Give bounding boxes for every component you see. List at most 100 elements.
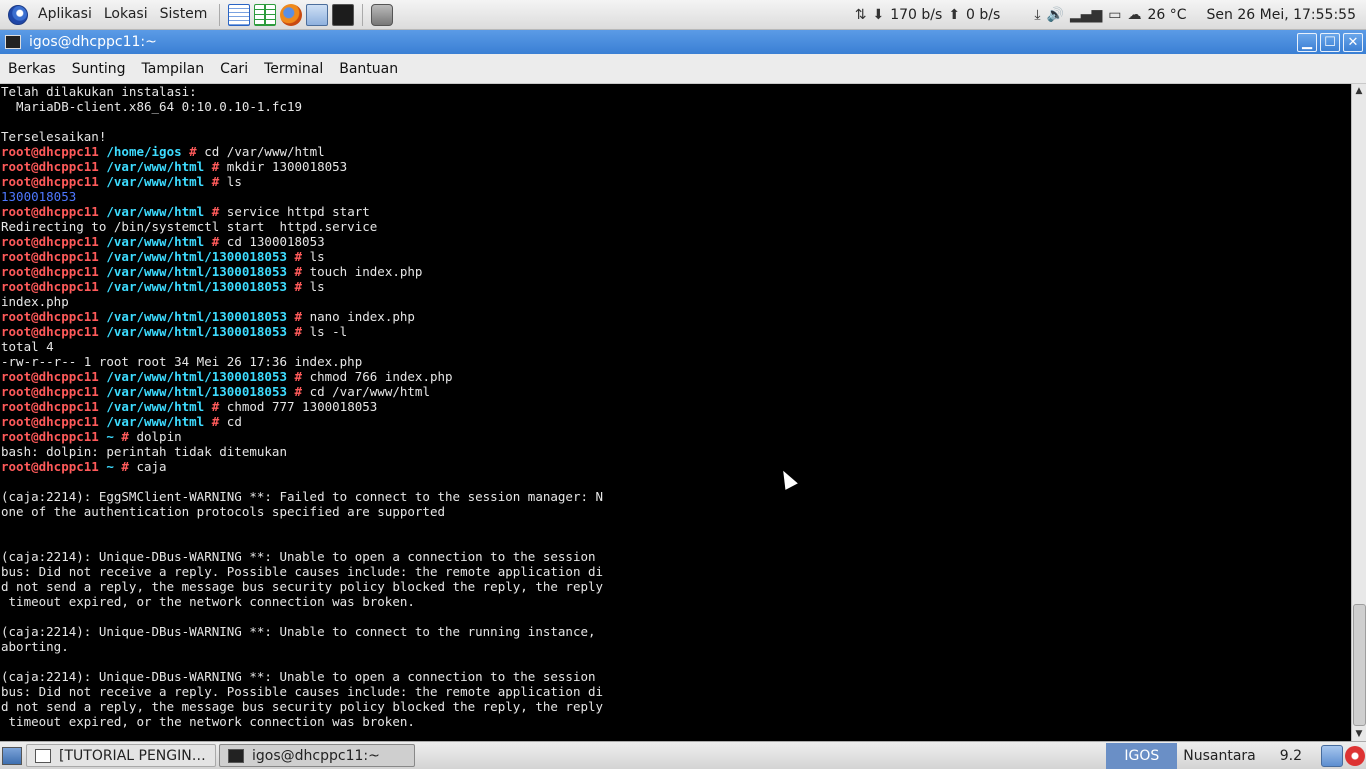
prompt-path: /var/www/html <box>106 234 205 249</box>
prompt-path: /var/www/html/1300018053 <box>106 384 287 399</box>
command-text: mkdir 1300018053 <box>226 159 348 174</box>
battery-icon[interactable]: ▭ <box>1108 7 1121 23</box>
prompt-path: /var/www/html <box>106 159 205 174</box>
clock[interactable]: Sen 26 Mei, 17:55:55 <box>1207 7 1356 23</box>
igos-logo-icon[interactable] <box>8 4 28 25</box>
weather-icon[interactable]: ☁ <box>1128 7 1142 23</box>
writer-icon[interactable] <box>228 3 251 26</box>
menu-berkas[interactable]: Berkas <box>0 61 64 77</box>
taskbar-item-terminal[interactable]: igos@dhcppc11:~ <box>219 744 415 767</box>
keyboard-layout[interactable]: Nusantara <box>1177 748 1262 764</box>
terminal-line: root@dhcppc11 /var/www/html # mkdir 1300… <box>1 159 603 174</box>
command-text: caja <box>136 459 167 474</box>
output-text: timeout expired, or the network connecti… <box>1 714 415 729</box>
prompt-path: /var/www/html/1300018053 <box>106 264 287 279</box>
terminal-line: root@dhcppc11 /var/www/html/1300018053 #… <box>1 279 603 294</box>
terminal-window-icon <box>228 748 244 763</box>
command-text: chmod 777 1300018053 <box>226 399 378 414</box>
output-text: -rw-r--r-- 1 root root 34 Mei 26 17:36 i… <box>1 354 363 369</box>
terminal-scrollbar[interactable]: ▲ ▼ <box>1351 84 1366 741</box>
command-text: ls <box>309 279 325 294</box>
prompt-symbol: # <box>287 309 310 324</box>
signal-icon[interactable]: ▂▄▆ <box>1070 7 1102 23</box>
scroll-down-icon[interactable]: ▼ <box>1352 727 1366 741</box>
terminal-icon[interactable] <box>332 3 355 26</box>
prompt-symbol: # <box>287 249 310 264</box>
terminal-line: root@dhcppc11 /var/www/html/1300018053 #… <box>1 249 603 264</box>
menu-terminal[interactable]: Terminal <box>256 61 331 77</box>
workspace-switcher[interactable]: IGOS <box>1106 742 1178 769</box>
prompt-symbol: # <box>181 144 205 159</box>
prompt-symbol: # <box>204 159 227 174</box>
panel-separator <box>219 3 221 26</box>
scroll-up-icon[interactable]: ▲ <box>1352 84 1366 98</box>
prompt-user: root@dhcppc11 <box>1 174 99 189</box>
command-text: cd 1300018053 <box>226 234 325 249</box>
prompt-path: /var/www/html <box>106 399 205 414</box>
prompt-symbol: # <box>287 369 310 384</box>
prompt-user: root@dhcppc11 <box>1 399 99 414</box>
terminal-output[interactable]: Telah dilakukan instalasi: MariaDB-clien… <box>0 84 1351 741</box>
menu-aplikasi[interactable]: Aplikasi <box>32 0 98 29</box>
volume-icon[interactable]: 🔊 <box>1047 7 1064 23</box>
prompt-symbol: # <box>287 279 310 294</box>
prompt-path: /var/www/html <box>106 174 205 189</box>
directory-entry: 1300018053 <box>1 189 77 204</box>
calc-icon[interactable] <box>254 3 277 26</box>
temperature[interactable]: 26 °C <box>1148 7 1187 23</box>
terminal-line: 1300018053 <box>1 189 603 204</box>
terminal-line: root@dhcppc11 /var/www/html/1300018053 #… <box>1 309 603 324</box>
terminal-line: Telah dilakukan instalasi: <box>1 84 603 99</box>
output-text: (caja:2214): Unique-DBus-WARNING **: Una… <box>1 549 596 564</box>
command-text: cd <box>226 414 242 429</box>
prompt-symbol: # <box>287 264 310 279</box>
camera-icon[interactable] <box>371 3 394 26</box>
output-text: aborting. <box>1 639 69 654</box>
terminal-line: root@dhcppc11 /var/www/html # cd <box>1 414 603 429</box>
terminal-line: aborting. <box>1 639 603 654</box>
taskbar-item-tutorial[interactable]: [TUTORIAL PENGINST... <box>26 744 216 767</box>
minimize-button[interactable]: ▁ <box>1297 32 1317 52</box>
output-text: Terselesaikan! <box>1 129 107 144</box>
prompt-user: root@dhcppc11 <box>1 234 99 249</box>
menu-cari[interactable]: Cari <box>212 61 256 77</box>
download-arrow-icon: ⬇ <box>872 6 885 23</box>
menu-sunting[interactable]: Sunting <box>64 61 134 77</box>
command-text: nano index.php <box>309 309 415 324</box>
menu-tampilan[interactable]: Tampilan <box>134 61 213 77</box>
bottom-panel: [TUTORIAL PENGINST... igos@dhcppc11:~ IG… <box>0 741 1366 769</box>
output-text: one of the authentication protocols spec… <box>1 504 446 519</box>
prompt-symbol: # <box>204 399 227 414</box>
network-manager-icon[interactable] <box>1321 744 1343 767</box>
output-text: Telah dilakukan instalasi: <box>1 84 197 99</box>
terminal-line: (caja:2214): Unique-DBus-WARNING **: Una… <box>1 549 603 564</box>
prompt-user: root@dhcppc11 <box>1 264 99 279</box>
terminal-line: timeout expired, or the network connecti… <box>1 594 603 609</box>
file-manager-icon[interactable] <box>306 3 329 26</box>
prompt-path: /var/www/html/1300018053 <box>106 249 287 264</box>
show-desktop-icon[interactable] <box>2 746 22 765</box>
close-button[interactable]: ✕ <box>1343 32 1363 52</box>
prompt-user: root@dhcppc11 <box>1 414 99 429</box>
update-icon[interactable]: ⤓ <box>1034 7 1040 23</box>
terminal-window-icon[interactable] <box>5 35 21 49</box>
power-icon[interactable] <box>1345 745 1365 766</box>
maximize-button[interactable]: ☐ <box>1320 32 1340 52</box>
terminal-line: root@dhcppc11 ~ # dolpin <box>1 429 603 444</box>
window-titlebar[interactable]: igos@dhcppc11:~ ▁ ☐ ✕ <box>0 30 1366 54</box>
menu-sistem[interactable]: Sistem <box>154 0 214 29</box>
menu-lokasi[interactable]: Lokasi <box>98 0 154 29</box>
prompt-user: root@dhcppc11 <box>1 144 99 159</box>
command-text: dolpin <box>136 429 182 444</box>
scrollbar-thumb[interactable] <box>1353 604 1366 726</box>
output-text: total 4 <box>1 339 54 354</box>
prompt-user: root@dhcppc11 <box>1 204 99 219</box>
menu-bantuan[interactable]: Bantuan <box>331 61 406 77</box>
prompt-symbol: # <box>204 234 227 249</box>
prompt-path: /var/www/html <box>106 204 205 219</box>
output-text: (caja:2214): Unique-DBus-WARNING **: Una… <box>1 669 596 684</box>
firefox-icon[interactable] <box>280 3 303 26</box>
prompt-symbol: # <box>113 459 137 474</box>
